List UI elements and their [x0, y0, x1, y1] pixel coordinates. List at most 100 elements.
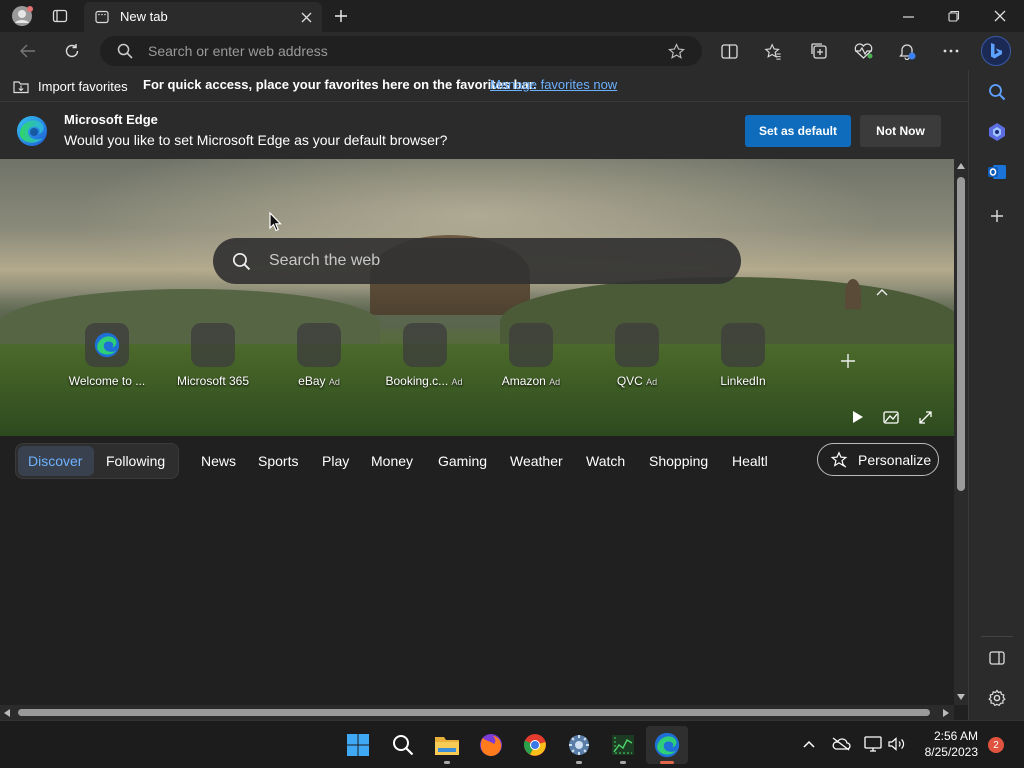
new-tab-page-icon — [94, 9, 110, 25]
bing-chat-button[interactable] — [981, 36, 1011, 66]
edge-icon — [85, 323, 129, 367]
import-favorites-button[interactable]: Import favorites — [12, 76, 128, 96]
tab-following[interactable]: Following — [106, 453, 165, 469]
tab-news[interactable]: News — [201, 453, 236, 469]
close-tab-icon[interactable] — [298, 9, 314, 25]
sidebar-divider — [981, 636, 1013, 637]
notification-badge[interactable]: 2 — [988, 737, 1004, 753]
back-button[interactable] — [16, 40, 40, 62]
profile-avatar[interactable] — [10, 5, 34, 27]
scroll-right-arrow-icon[interactable] — [941, 707, 951, 719]
tab-money[interactable]: Money — [371, 453, 413, 469]
file-explorer-icon[interactable] — [434, 732, 460, 758]
background-image: Search the web Welcome to ... Microsoft … — [0, 159, 954, 436]
import-favorites-label: Import favorites — [38, 78, 128, 94]
sidebar-outlook-icon[interactable] — [985, 160, 1009, 184]
infobar-title: Microsoft Edge — [64, 112, 158, 127]
tab-shopping[interactable]: Shopping — [649, 453, 708, 469]
scroll-up-arrow-icon[interactable] — [955, 161, 967, 171]
quick-link-qvc[interactable] — [615, 323, 659, 367]
import-favorites-icon — [12, 77, 30, 95]
quick-link-booking[interactable] — [403, 323, 447, 367]
search-icon — [116, 43, 134, 59]
vertical-scroll-thumb[interactable] — [957, 177, 965, 491]
collapse-quick-links-icon[interactable] — [872, 283, 892, 301]
tab-sports[interactable]: Sports — [258, 453, 298, 469]
start-windows-icon[interactable] — [345, 732, 371, 758]
manage-favorites-link[interactable]: Manage favorites now — [490, 77, 617, 92]
running-indicator — [576, 761, 582, 764]
expand-icon[interactable] — [915, 407, 935, 427]
taskbar-search-icon[interactable] — [390, 732, 416, 758]
quick-link-label: Microsoft 365 — [176, 374, 250, 388]
quick-link-amazon[interactable] — [509, 323, 553, 367]
close-window-button[interactable] — [988, 5, 1012, 27]
edge-taskbar-icon[interactable] — [654, 732, 680, 758]
clock-date: 8/25/2023 — [924, 745, 978, 759]
minimize-button[interactable] — [896, 5, 920, 27]
quick-link-linkedin[interactable] — [721, 323, 765, 367]
edge-logo-icon — [15, 114, 49, 148]
quick-link-welcome[interactable] — [85, 323, 129, 367]
web-search-icon — [231, 251, 251, 271]
not-now-label: Not Now — [876, 124, 925, 138]
sidebar-add-icon[interactable] — [985, 204, 1009, 228]
tab-gaming[interactable]: Gaming — [438, 453, 487, 469]
quick-link-label: QVC Ad — [616, 374, 658, 388]
volume-icon[interactable] — [886, 735, 906, 753]
terminal-chart-icon[interactable] — [610, 732, 636, 758]
play-video-icon[interactable] — [848, 407, 868, 427]
show-hidden-icons-chevron-icon[interactable] — [800, 735, 818, 753]
tab-title: New tab — [120, 9, 168, 24]
browser-essentials-icon[interactable] — [852, 41, 874, 61]
onedrive-offline-icon[interactable] — [830, 735, 852, 753]
chrome-icon[interactable] — [522, 732, 548, 758]
not-now-button[interactable]: Not Now — [860, 115, 941, 147]
split-screen-icon[interactable] — [718, 41, 740, 61]
tab-new-tab[interactable]: New tab — [84, 2, 322, 32]
new-tab-page: Search the web Welcome to ... Microsoft … — [0, 159, 954, 705]
refresh-button[interactable] — [60, 40, 84, 62]
tab-actions-icon[interactable] — [50, 6, 70, 26]
restore-button[interactable] — [942, 5, 966, 27]
horizontal-scroll-thumb[interactable] — [18, 709, 930, 716]
address-bar[interactable]: Search or enter web address — [100, 36, 702, 66]
notifications-bell-icon[interactable] — [896, 41, 918, 61]
edge-sidebar — [968, 70, 1024, 720]
vertical-scrollbar[interactable] — [954, 159, 968, 705]
clock[interactable]: 2:56 AM 8/25/2023 — [914, 728, 978, 762]
set-as-default-label: Set as default — [758, 124, 838, 138]
favorites-icon[interactable] — [762, 41, 784, 61]
settings-gear-icon[interactable] — [566, 732, 592, 758]
new-tab-button[interactable] — [330, 5, 352, 27]
quick-link-ebay[interactable] — [297, 323, 341, 367]
network-icon[interactable] — [862, 735, 884, 753]
quick-link-label: Amazon Ad — [501, 374, 561, 388]
tab-health[interactable]: Healtl — [732, 453, 768, 469]
mouse-cursor — [269, 211, 283, 232]
sidebar-search-icon[interactable] — [985, 80, 1009, 104]
sidebar-copilot-icon[interactable] — [985, 120, 1009, 144]
tab-play[interactable]: Play — [322, 453, 349, 469]
set-as-default-button[interactable]: Set as default — [745, 115, 851, 147]
more-options-icon[interactable] — [940, 41, 962, 61]
web-search-box[interactable]: Search the web — [213, 238, 741, 284]
add-favorite-star-icon[interactable] — [666, 42, 686, 60]
add-quick-link-icon[interactable] — [836, 349, 860, 373]
quick-link-microsoft-365[interactable] — [191, 323, 235, 367]
quick-link-label: Booking.c... Ad — [385, 374, 463, 388]
tab-watch[interactable]: Watch — [586, 453, 625, 469]
hide-sidebar-icon[interactable] — [985, 646, 1009, 670]
collections-icon[interactable] — [808, 41, 830, 61]
personalize-button[interactable]: Personalize — [817, 443, 939, 476]
firefox-icon[interactable] — [478, 732, 504, 758]
windows-taskbar: 2:56 AM 8/25/2023 2 — [0, 720, 1024, 768]
web-search-placeholder: Search the web — [269, 252, 381, 269]
tab-weather[interactable]: Weather — [510, 453, 563, 469]
sidebar-settings-icon[interactable] — [985, 686, 1009, 710]
horizontal-scrollbar[interactable] — [0, 705, 954, 720]
change-background-icon[interactable] — [881, 407, 901, 427]
scroll-left-arrow-icon[interactable] — [2, 707, 12, 719]
scroll-down-arrow-icon[interactable] — [955, 692, 967, 702]
running-indicator — [620, 761, 626, 764]
